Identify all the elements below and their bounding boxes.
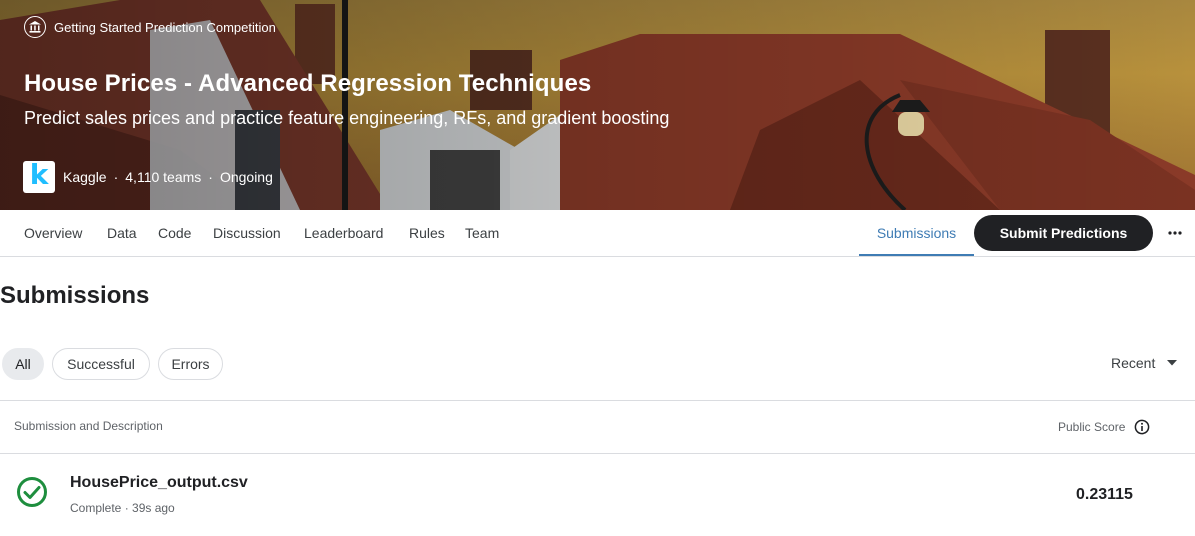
tab-discussion[interactable]: Discussion: [213, 210, 281, 256]
separator: ·: [113, 169, 119, 185]
tab-code[interactable]: Code: [158, 210, 191, 256]
column-header-submission: Submission and Description: [14, 419, 163, 433]
filter-all[interactable]: All: [2, 348, 44, 380]
kaggle-logo-letter: k: [29, 158, 49, 191]
submit-predictions-button[interactable]: Submit Predictions: [974, 215, 1153, 251]
table-top-divider: [0, 400, 1195, 401]
active-tab-indicator: [859, 254, 974, 256]
competition-type-label: Getting Started Prediction Competition: [54, 19, 276, 35]
filter-errors[interactable]: Errors: [158, 348, 223, 380]
info-icon[interactable]: [1134, 419, 1150, 435]
competition-subtitle: Predict sales prices and practice featur…: [24, 108, 670, 128]
table-row[interactable]: HousePrice_output.csv Complete · 39s ago…: [0, 455, 1195, 536]
page-title: Submissions: [0, 282, 150, 309]
column-header-public-score: Public Score: [1058, 419, 1150, 435]
competition-tabs: Overview Data Code Discussion Leaderboar…: [0, 210, 1195, 257]
tab-submissions-label: Submissions: [876, 225, 957, 241]
team-count: 4,110 teams: [125, 169, 202, 185]
tab-team[interactable]: Team: [465, 210, 499, 256]
host-name[interactable]: Kaggle: [63, 169, 107, 185]
public-score-value: 0.23115: [1076, 486, 1133, 503]
host-info: k Kaggle · 4,110 teams · Ongoing: [23, 161, 273, 193]
more-horizontal-icon[interactable]: [1164, 222, 1186, 244]
submission-status: Complete · 39s ago: [70, 501, 175, 515]
sort-label: Recent: [1111, 355, 1156, 371]
table-header-divider: [0, 453, 1195, 454]
tab-leaderboard[interactable]: Leaderboard: [304, 210, 383, 256]
tab-submissions[interactable]: Submissions: [859, 210, 974, 256]
tab-data[interactable]: Data: [107, 210, 137, 256]
caret-down-icon: [1167, 360, 1178, 366]
kaggle-logo[interactable]: k: [23, 161, 55, 193]
check-circle-icon: [17, 477, 47, 507]
tab-overview[interactable]: Overview: [24, 210, 82, 256]
filter-successful[interactable]: Successful: [52, 348, 150, 380]
sort-dropdown[interactable]: Recent: [1111, 355, 1178, 371]
host-meta: Kaggle · 4,110 teams · Ongoing: [63, 169, 273, 185]
competition-status: Ongoing: [219, 169, 273, 185]
competition-header: Getting Started Prediction Competition H…: [0, 0, 1195, 210]
separator: ·: [208, 169, 213, 185]
competition-type: Getting Started Prediction Competition: [24, 16, 276, 38]
submission-file-name[interactable]: HousePrice_output.csv: [70, 474, 248, 492]
bank-icon: [24, 16, 46, 38]
column-header-public-score-label: Public Score: [1058, 420, 1126, 434]
competition-title: House Prices - Advanced Regression Techn…: [24, 70, 592, 97]
tab-rules[interactable]: Rules: [409, 210, 445, 256]
